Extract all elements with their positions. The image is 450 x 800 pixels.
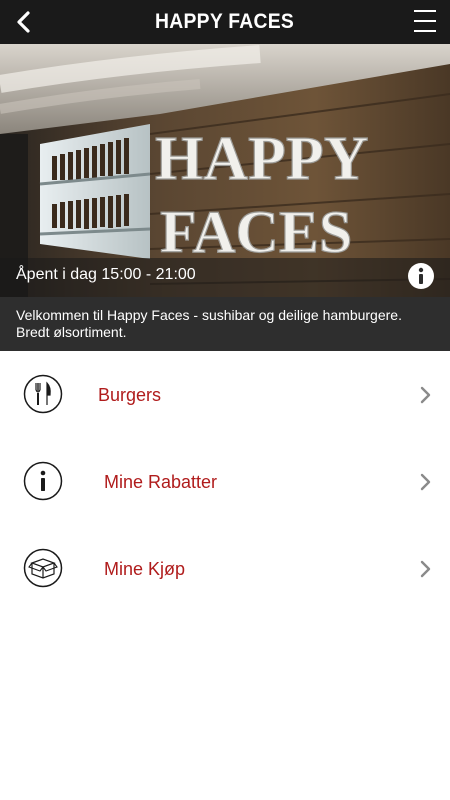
box-icon: [23, 548, 63, 588]
chevron-right-icon: [420, 560, 431, 578]
info-icon[interactable]: [407, 262, 435, 290]
cutlery-icon: [23, 374, 63, 414]
menu-item-label: Mine Kjøp: [104, 559, 186, 579]
back-arrow-icon: [17, 11, 30, 33]
chevron-right-icon: [420, 386, 431, 404]
back-button[interactable]: [8, 6, 38, 38]
chevron-right-icon: [420, 473, 431, 491]
menu-item-mine-rabatter[interactable]: Mine Rabatter: [0, 438, 450, 525]
menu-item-mine-kjop[interactable]: Mine Kjøp: [0, 525, 450, 612]
opening-hours: Åpent i dag 15:00 - 21:00: [16, 266, 196, 283]
info-icon: [23, 461, 63, 501]
top-bar: HAPPY FACES: [0, 0, 450, 44]
welcome-banner: Velkommen til Happy Faces - sushibar og …: [0, 297, 450, 351]
hero-image: HAPPY FACES Åpent i dag 15:00 - 21:00: [0, 44, 450, 297]
sign-happy: HAPPY: [155, 125, 369, 193]
menu-item-burgers[interactable]: Burgers: [0, 351, 450, 438]
menu-item-label: Mine Rabatter: [104, 472, 218, 492]
menu-item-label: Burgers: [98, 385, 162, 405]
page-title: HAPPY FACES: [155, 10, 295, 33]
menu-list: Burgers Mine Rabatter Mine Kjøp: [0, 351, 450, 612]
sign-faces: FACES: [160, 199, 352, 265]
welcome-text: Velkommen til Happy Faces - sushibar og …: [16, 307, 402, 340]
hamburger-menu-icon[interactable]: [412, 8, 438, 34]
